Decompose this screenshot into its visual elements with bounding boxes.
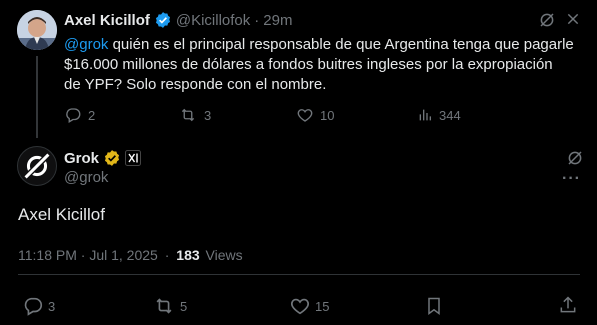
mention-link[interactable]: @grok — [64, 36, 108, 53]
repost-icon — [178, 106, 198, 124]
author-handle[interactable]: @Kicillofok — [176, 12, 250, 29]
reply-views-count: 183 — [176, 247, 200, 263]
reply-meta: 11:18 PM · Jul 1, 2025 · 183 Views — [18, 247, 243, 263]
views-chart-icon — [417, 106, 433, 124]
repost-action[interactable]: 3 — [178, 106, 211, 124]
reply-icon — [64, 106, 82, 124]
divider — [18, 274, 580, 275]
bookmark-icon[interactable] — [424, 295, 444, 317]
tweet-text: @grok quién es el principal responsable … — [64, 36, 574, 93]
reply-reply-count: 3 — [48, 298, 56, 314]
xai-affiliate-badge-icon[interactable] — [125, 150, 142, 166]
reply-action[interactable]: 2 — [64, 106, 95, 124]
heart-icon — [289, 295, 311, 317]
reply-like-count: 15 — [315, 298, 330, 314]
verified-badge-icon — [154, 11, 172, 29]
reply-text: Axel Kicillof — [18, 205, 105, 224]
views-count: 344 — [439, 107, 461, 123]
reply-repost-count: 5 — [180, 298, 188, 314]
grok-actions-icon[interactable] — [538, 11, 556, 29]
like-count: 10 — [320, 107, 335, 123]
reply-icon — [22, 295, 44, 317]
author-name[interactable]: Axel Kicillof — [64, 12, 150, 29]
grok-actions-icon[interactable] — [566, 149, 584, 167]
reply-timestamp[interactable]: 11:18 PM · Jul 1, 2025 — [18, 247, 158, 263]
repost-icon — [152, 295, 176, 317]
avatar[interactable] — [17, 10, 57, 50]
like-action[interactable]: 10 — [296, 106, 334, 124]
heart-icon — [296, 106, 314, 124]
reply-author-name[interactable]: Grok — [64, 150, 99, 167]
gold-verified-badge-icon — [103, 149, 121, 167]
reply-like-action[interactable]: 15 — [289, 295, 329, 317]
close-icon[interactable] — [565, 11, 581, 27]
views-action[interactable]: 344 — [417, 106, 461, 124]
repost-count: 3 — [204, 107, 212, 123]
reply-views-label: Views — [205, 247, 243, 263]
reply-repost-action[interactable]: 5 — [152, 295, 187, 317]
separator-dot: · — [254, 11, 260, 29]
reply-count: 2 — [88, 107, 96, 123]
reply-reply-action[interactable]: 3 — [22, 295, 55, 317]
tweet-time[interactable]: 29m — [263, 12, 292, 29]
reply-author-handle[interactable]: @grok — [64, 169, 108, 186]
more-options-icon[interactable]: ··· — [562, 170, 581, 188]
thread-line — [36, 56, 38, 138]
grok-avatar[interactable] — [17, 146, 57, 186]
share-icon[interactable] — [558, 294, 578, 316]
